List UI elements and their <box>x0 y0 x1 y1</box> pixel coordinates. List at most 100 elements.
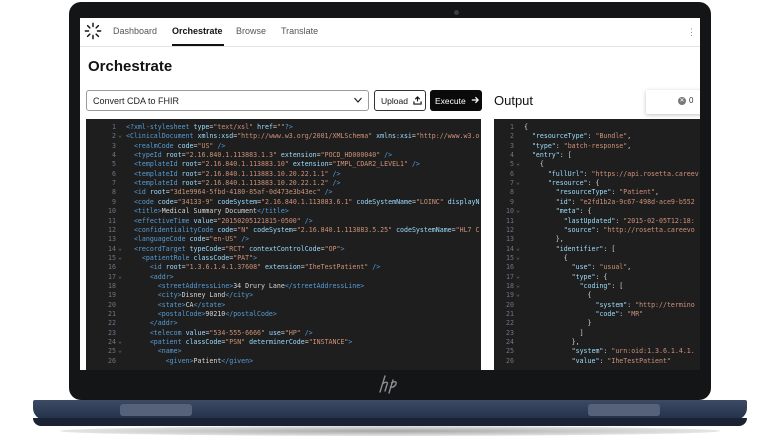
output-code-line: "entry": [ <box>531 151 572 160</box>
input-code-line: <code code="34133-9" codeSystem="2.16.84… <box>133 197 480 206</box>
output-line-number: 14 <box>506 244 514 253</box>
output-code-line: "resourceType": "Bundle", <box>531 132 632 141</box>
output-code-line: "fullUrl": "https://api.rosetta.careev <box>547 169 699 178</box>
upload-button[interactable]: Upload <box>374 90 426 111</box>
input-line-number: 24 <box>108 338 116 347</box>
output-line-number: 16 <box>506 263 514 272</box>
output-code-line: "type": "batch-response", <box>531 141 632 150</box>
output-line-number: 4 <box>510 151 514 160</box>
output-line-number: 7 <box>510 179 514 188</box>
output-line-number: 25 <box>506 347 514 356</box>
input-line-number: 9 <box>112 197 116 206</box>
fold-chevron-icon[interactable]: ⌄ <box>118 244 122 252</box>
input-line-number: 7 <box>112 179 116 188</box>
output-line-number: 18 <box>506 281 514 290</box>
input-line-number: 25 <box>108 347 116 356</box>
input-code-line: <patientRole classCode="PAT"> <box>141 253 258 262</box>
fold-chevron-icon[interactable]: ⌄ <box>118 346 122 354</box>
fold-chevron-icon[interactable]: ⌄ <box>516 253 520 261</box>
output-line-number: 21 <box>506 310 514 318</box>
input-line-number: 4 <box>112 151 116 160</box>
nav-orchestrate[interactable]: Orchestrate <box>172 26 223 36</box>
output-code-line: "id": "e2fd1b2a-9c67-498d-ace9-b552 <box>555 197 695 206</box>
error-count: 0 <box>689 96 694 105</box>
fold-chevron-icon[interactable]: ⌄ <box>118 131 122 139</box>
hp-logo-icon <box>379 375 397 394</box>
output-code-line: { <box>524 291 592 300</box>
input-line-number: 14 <box>108 244 116 253</box>
execute-button-label: Execute <box>435 96 466 106</box>
input-line-number: 13 <box>108 235 116 244</box>
fold-chevron-icon[interactable]: ⌄ <box>516 178 520 186</box>
input-line-number: 3 <box>112 141 116 150</box>
input-code-line: <title>Medical Summary Document</title> <box>133 207 289 216</box>
input-line-number: 11 <box>108 216 116 225</box>
app-logo-icon[interactable] <box>84 22 102 40</box>
input-line-number: 21 <box>108 310 116 318</box>
output-line-number: 24 <box>506 338 514 347</box>
output-line-number: 3 <box>510 141 514 150</box>
fold-chevron-icon[interactable]: ⌄ <box>516 206 520 214</box>
nav-dashboard[interactable]: Dashboard <box>113 26 157 36</box>
output-title: Output <box>494 93 534 108</box>
input-line-number: 15 <box>108 253 116 262</box>
input-code-line: <postalCode>90210</postalCode> <box>157 310 277 318</box>
input-line-number: 2 <box>112 132 116 141</box>
input-code-line: <recordTarget typeCode="RCT" contextCont… <box>133 244 345 253</box>
input-line-number: 19 <box>108 291 116 300</box>
output-code-line: "use": "usual", <box>571 263 632 272</box>
input-line-number: 23 <box>108 328 116 337</box>
input-line-number: 18 <box>108 281 116 290</box>
input-line-number: 1 <box>112 123 116 131</box>
output-code-line: "resourceType": "Patient", <box>555 188 660 197</box>
fold-chevron-icon[interactable]: ⌄ <box>118 253 122 261</box>
execute-button[interactable]: Execute <box>430 90 482 111</box>
arrow-right-icon <box>471 96 479 104</box>
input-code-line: <patient classCode="PSN" determinerCode=… <box>149 338 353 347</box>
fold-chevron-icon[interactable]: ⌄ <box>516 272 520 280</box>
output-code-line: { <box>524 160 544 169</box>
output-line-number: 20 <box>506 300 514 309</box>
input-code-line: </addr> <box>149 319 178 328</box>
fold-chevron-icon[interactable]: ⌄ <box>516 281 520 289</box>
nav-translate[interactable]: Translate <box>281 26 318 36</box>
input-code-editor[interactable]: 1 <?xml-stylesheet type="text/xsl" href="… <box>86 119 481 370</box>
webcam <box>454 10 459 15</box>
workflow-select-value: Convert CDA to FHIR <box>93 96 180 106</box>
nav-browse[interactable]: Browse <box>236 26 266 36</box>
output-code-line: { <box>524 123 528 131</box>
output-code-line: "code": "MR" <box>595 310 644 318</box>
output-line-number: 9 <box>510 197 514 206</box>
input-code-line: <name> <box>157 347 182 356</box>
input-code-line: <ClinicalDocument xmlns:xsd="http://www.… <box>126 132 480 141</box>
fold-chevron-icon[interactable]: ⌄ <box>118 337 122 345</box>
output-code-line: { <box>524 253 568 262</box>
input-code-line: <addr> <box>149 272 174 281</box>
fold-chevron-icon[interactable]: ⌄ <box>516 290 520 298</box>
output-code-line: "value": "IheTestPatient" <box>571 356 671 365</box>
fold-chevron-icon[interactable]: ⌄ <box>516 159 520 167</box>
hinge-right <box>588 404 660 416</box>
fold-chevron-icon[interactable]: ⌄ <box>516 244 520 252</box>
output-line-number: 1 <box>510 123 514 131</box>
input-line-number: 6 <box>112 169 116 178</box>
input-code-line: <?xml-stylesheet type="text/xsl" href=""… <box>126 123 293 131</box>
input-code-line: <realmCode code="US" /> <box>133 141 226 150</box>
output-code-line: }, <box>524 338 580 347</box>
output-line-number: 5 <box>510 160 514 169</box>
input-line-number: 26 <box>108 356 116 365</box>
input-code-line: <id root="1.3.6.1.4.1.37608" extension="… <box>149 263 381 272</box>
input-code-line: <city>Disney Land</city> <box>157 291 254 300</box>
input-code-line: <languageCode code="en-US" /> <box>133 235 250 244</box>
output-code-line: "coding": [ <box>579 281 624 290</box>
top-navigation: Dashboard Orchestrate Browse Translate ⋮ <box>80 18 700 47</box>
fold-chevron-icon[interactable]: ⌄ <box>118 272 122 280</box>
output-code-line: "source": "http://rosetta.careevo <box>563 225 695 234</box>
output-code-line: "system": "http://termino <box>595 300 695 309</box>
error-counter[interactable]: ✕ 0 <box>646 90 700 114</box>
output-code-line: "lastUpdated": "2015-02-05T12:18: <box>563 216 695 225</box>
workflow-select[interactable]: Convert CDA to FHIR <box>86 90 369 111</box>
output-line-number: 19 <box>506 291 514 300</box>
more-menu-icon[interactable]: ⋮ <box>687 27 696 38</box>
output-code-viewer[interactable]: 1 {2 "resourceType": "Bundle", 3 "type": "… <box>494 119 700 370</box>
